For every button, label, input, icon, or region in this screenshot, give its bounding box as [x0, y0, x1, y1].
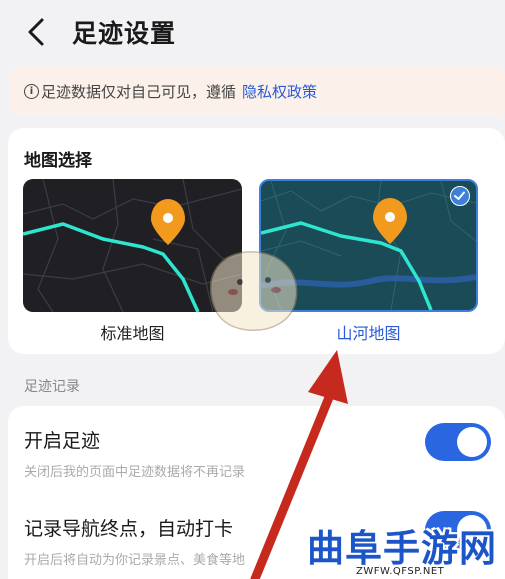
back-arrow-icon[interactable]	[22, 14, 52, 50]
map-selection-card: 地图选择 标准地图 山河地图	[8, 128, 505, 354]
auto-checkin-label: 记录导航终点，自动打卡	[24, 518, 234, 540]
privacy-policy-link[interactable]: 隐私权政策	[242, 81, 317, 102]
standard-map-preview	[23, 179, 242, 312]
header: 足迹设置	[0, 0, 505, 62]
shanhe-map-label[interactable]: 山河地图	[259, 320, 478, 344]
notice-text: 足迹数据仅对自己可见，遵循	[41, 82, 237, 101]
watermark-url: ZWFW.QFSP.NET	[356, 566, 445, 577]
selected-check-icon	[450, 186, 470, 206]
records-section-title: 足迹记录	[24, 379, 80, 395]
watermark-logo: 曲阜手游网	[307, 527, 497, 570]
page-title: 足迹设置	[72, 19, 177, 48]
enable-footprint-desc: 关闭后我的页面中足迹数据将不再记录	[24, 465, 246, 480]
info-icon: i	[24, 83, 39, 99]
enable-footprint-toggle[interactable]	[425, 423, 491, 461]
location-pin-icon	[151, 199, 185, 245]
auto-checkin-desc: 开启后将自动为你记录景点、美食等地	[24, 553, 246, 568]
shanhe-map-option[interactable]	[259, 179, 478, 312]
map-section-title: 地图选择	[24, 151, 92, 171]
standard-map-label[interactable]: 标准地图	[23, 320, 242, 344]
privacy-notice: i 足迹数据仅对自己可见，遵循 隐私权政策	[10, 66, 505, 116]
shanhe-map-preview	[261, 181, 476, 310]
standard-map-option[interactable]	[23, 179, 242, 312]
location-pin-icon	[373, 198, 407, 244]
enable-footprint-label: 开启足迹	[24, 430, 101, 452]
toggle-knob	[457, 427, 487, 457]
